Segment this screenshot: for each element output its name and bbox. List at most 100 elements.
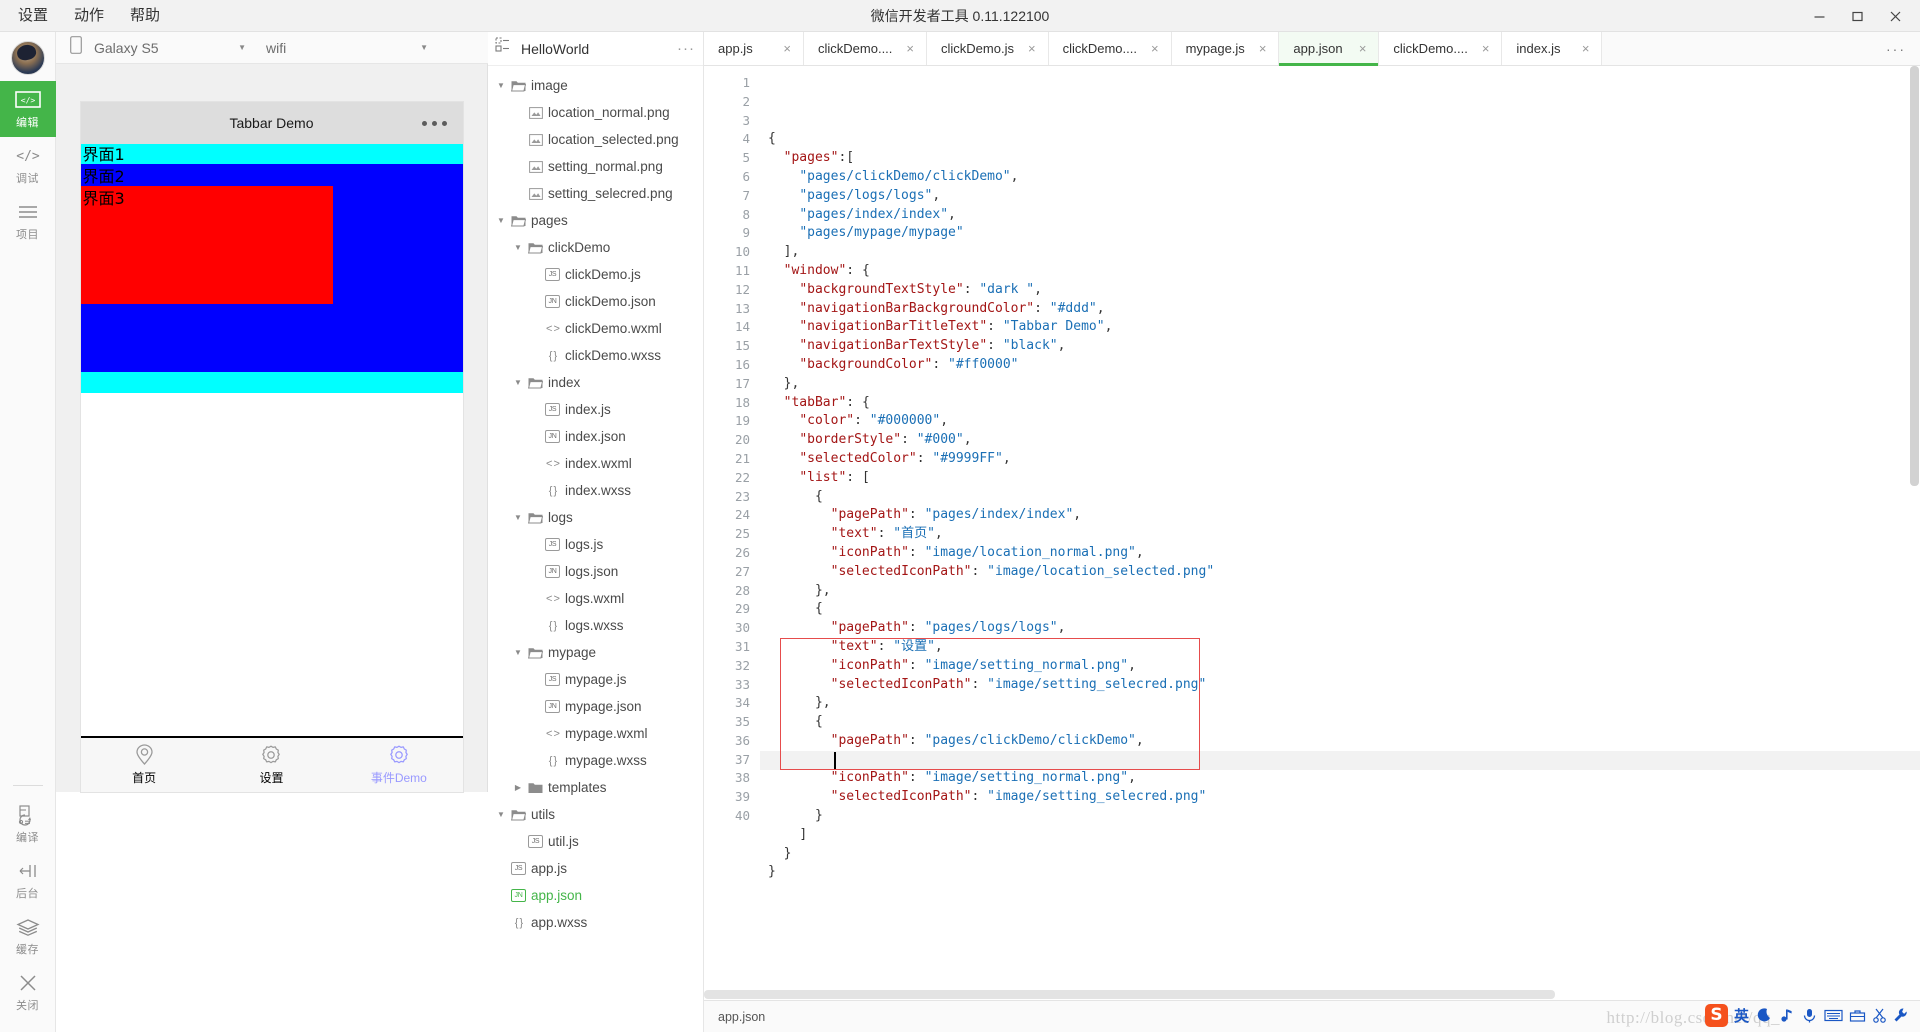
tab-close-icon[interactable]: × xyxy=(906,41,914,56)
tree-file[interactable]: { } clickDemo.wxss xyxy=(488,342,703,369)
caret-down-icon[interactable]: ▼ xyxy=(496,81,506,90)
tree-folder[interactable]: ▼ image xyxy=(488,72,703,99)
wrench-icon[interactable] xyxy=(1893,1003,1908,1027)
menu-item-settings[interactable]: 设置 xyxy=(18,0,48,32)
note-icon[interactable] xyxy=(1778,1003,1795,1027)
tree-folder[interactable]: ▼ index xyxy=(488,369,703,396)
code-area[interactable]: 1 2 3 4 5 6 7 8 9 10 11 12 13 14 15 16 17 18 19 20 21 22 23 24 2… xyxy=(704,66,1920,1000)
scrollbar-thumb[interactable] xyxy=(1910,66,1919,486)
tree-file[interactable]: location_normal.png xyxy=(488,99,703,126)
avatar[interactable] xyxy=(10,41,45,75)
caret-down-icon[interactable]: ▼ xyxy=(496,810,506,819)
line-number: 33 xyxy=(734,676,750,692)
editor-tab[interactable]: app.json × xyxy=(1279,32,1380,66)
caret-down-icon[interactable]: ▼ xyxy=(513,648,523,657)
tree-file[interactable]: < > index.wxml xyxy=(488,450,703,477)
tabbar-item-home[interactable]: 首页 xyxy=(81,738,208,792)
tree-file[interactable]: JS app.js xyxy=(488,855,703,882)
tabbar-item-settings[interactable]: 设置 xyxy=(208,738,335,792)
tab-close-icon[interactable]: × xyxy=(1359,41,1367,56)
tree-file[interactable]: { } index.wxss xyxy=(488,477,703,504)
tabbar-item-event-demo[interactable]: 事件Demo xyxy=(335,738,462,792)
tree-file[interactable]: { } logs.wxss xyxy=(488,612,703,639)
tree-folder[interactable]: ▶ templates xyxy=(488,774,703,801)
tree-folder[interactable]: ▼ logs xyxy=(488,504,703,531)
tree-file[interactable]: JN index.json xyxy=(488,423,703,450)
editor-tab[interactable]: clickDemo.... × xyxy=(1379,32,1503,65)
tree-file[interactable]: { } mypage.wxss xyxy=(488,747,703,774)
tree-file[interactable]: < > clickDemo.wxml xyxy=(488,315,703,342)
editor-vertical-scrollbar[interactable] xyxy=(1908,66,1920,1000)
tree-folder[interactable]: ▼ utils xyxy=(488,801,703,828)
editor-tab[interactable]: clickDemo.js × xyxy=(927,32,1049,65)
tab-close-icon[interactable]: × xyxy=(1028,41,1036,56)
editor-tab[interactable]: app.js × xyxy=(704,32,804,65)
menu-item-help[interactable]: 帮助 xyxy=(130,0,160,32)
tree-file[interactable]: JN clickDemo.json xyxy=(488,288,703,315)
toolbox-icon[interactable] xyxy=(1849,1003,1866,1027)
tree-file[interactable]: setting_normal.png xyxy=(488,153,703,180)
rail-item-close[interactable]: 关闭 xyxy=(0,964,56,1020)
tree-file[interactable]: location_selected.png xyxy=(488,126,703,153)
tree-file[interactable]: setting_selecred.png xyxy=(488,180,703,207)
rail-item-debug[interactable]: </> 调试 xyxy=(0,137,56,193)
scissors-icon[interactable] xyxy=(1872,1003,1887,1027)
line-number: 21 xyxy=(734,450,750,466)
tree-more-icon[interactable]: ··· xyxy=(677,40,695,57)
tree-folder[interactable]: ▼ mypage xyxy=(488,639,703,666)
rail-item-background[interactable]: 后台 xyxy=(0,852,56,908)
close-icon[interactable] xyxy=(1876,0,1914,32)
tabstrip-more-icon[interactable]: ··· xyxy=(1872,32,1920,65)
network-select[interactable]: wifi ▼ xyxy=(266,40,436,56)
rail-item-cache[interactable]: 缓存 xyxy=(0,908,56,964)
tree-file[interactable]: JS logs.js xyxy=(488,531,703,558)
tab-close-icon[interactable]: × xyxy=(783,41,791,56)
tree-folder[interactable]: ▼ pages xyxy=(488,207,703,234)
tree-file[interactable]: JS index.js xyxy=(488,396,703,423)
ime-mode-label[interactable]: 英 xyxy=(1734,1005,1749,1026)
editor-tab[interactable]: mypage.js × xyxy=(1171,32,1280,65)
scrollbar-thumb[interactable] xyxy=(704,990,1556,999)
ime-toolbar[interactable]: S 英 xyxy=(1701,1001,1912,1029)
tree-folder[interactable]: ▼ clickDemo xyxy=(488,234,703,261)
code-content[interactable]: { "pages":[ "pages/clickDemo/clickDemo",… xyxy=(760,66,1920,1000)
editor-horizontal-scrollbar[interactable] xyxy=(704,989,1920,1000)
tab-close-icon[interactable]: × xyxy=(1151,41,1159,56)
editor-tab[interactable]: clickDemo.... × xyxy=(1048,32,1172,65)
tree-file[interactable]: JS util.js xyxy=(488,828,703,855)
device-select[interactable]: Galaxy S5 ▼ xyxy=(94,40,254,56)
tree-file[interactable]: < > mypage.wxml xyxy=(488,720,703,747)
file-tree-list[interactable]: ▼ image location_normal.png location_select… xyxy=(488,66,703,1032)
rail-item-edit[interactable]: </> 编辑 xyxy=(0,81,56,137)
tree-file[interactable]: JN app.json xyxy=(488,882,703,909)
tree-file[interactable]: JN logs.json xyxy=(488,558,703,585)
caret-down-icon[interactable]: ▼ xyxy=(513,243,523,252)
tree-file[interactable]: { } app.wxss xyxy=(488,909,703,936)
tree-file[interactable]: JS clickDemo.js xyxy=(488,261,703,288)
mic-icon[interactable] xyxy=(1801,1003,1818,1027)
phone-nav-more-icon[interactable] xyxy=(421,120,447,126)
keyboard-icon[interactable] xyxy=(1824,1003,1843,1027)
tree-file[interactable]: JN mypage.json xyxy=(488,693,703,720)
caret-down-icon[interactable]: ▼ xyxy=(513,513,523,522)
caret-down-icon[interactable]: ▼ xyxy=(496,216,506,225)
tree-file[interactable]: JS mypage.js xyxy=(488,666,703,693)
maximize-icon[interactable] xyxy=(1838,0,1876,32)
tree-node-label: mypage.wxss xyxy=(565,753,647,768)
caret-right-icon[interactable]: ▶ xyxy=(513,783,523,792)
rail-item-project[interactable]: 项目 xyxy=(0,193,56,249)
minimize-icon[interactable] xyxy=(1800,0,1838,32)
phone-viewport[interactable]: 界面1 界面2 界面3 xyxy=(80,144,463,736)
tab-close-icon[interactable]: × xyxy=(1482,41,1490,56)
editor-tab[interactable]: index.js × xyxy=(1502,32,1603,65)
menu-item-actions[interactable]: 动作 xyxy=(74,0,104,32)
sogou-logo-icon[interactable]: S xyxy=(1704,1003,1728,1027)
tab-close-icon[interactable]: × xyxy=(1582,41,1590,56)
moon-icon[interactable] xyxy=(1755,1003,1772,1027)
rail-item-compile[interactable]: 编译 xyxy=(0,796,56,852)
tab-close-icon[interactable]: × xyxy=(1259,41,1267,56)
editor-tab[interactable]: clickDemo.... × xyxy=(804,32,927,65)
editor-tabstrip[interactable]: app.js × clickDemo.... × clickDemo.js × clickD… xyxy=(704,32,1920,66)
tree-file[interactable]: < > logs.wxml xyxy=(488,585,703,612)
caret-down-icon[interactable]: ▼ xyxy=(513,378,523,387)
